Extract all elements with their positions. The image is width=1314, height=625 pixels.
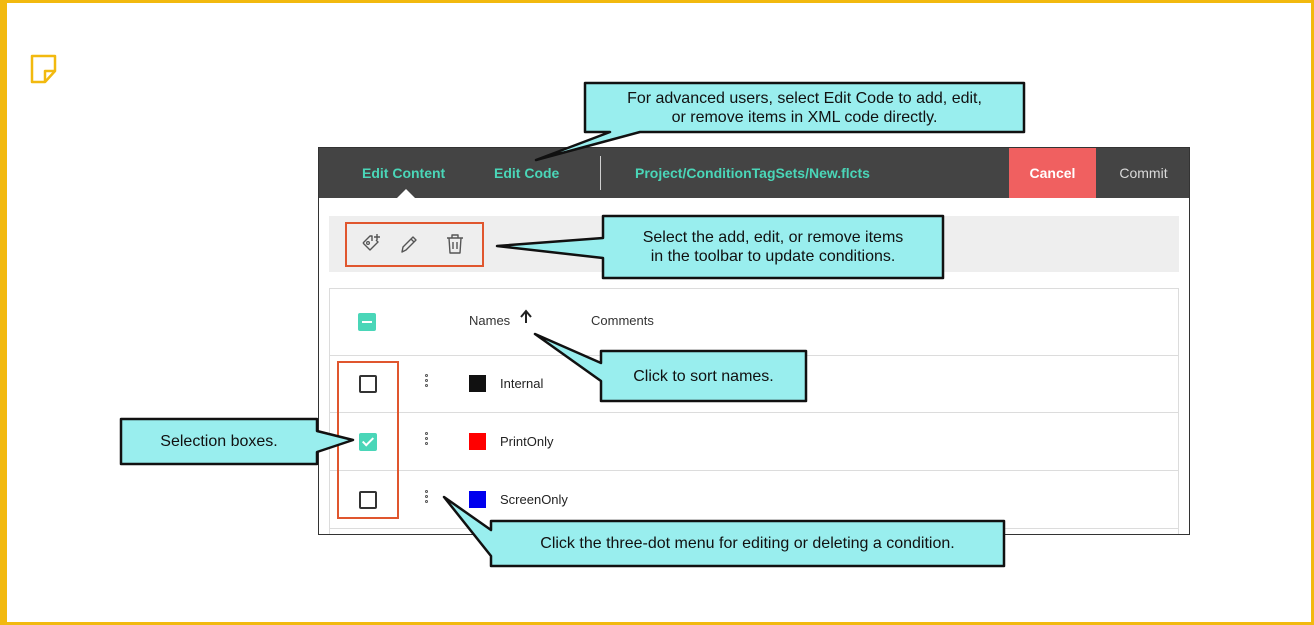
toolbar-callout: Select the add, edit, or remove items in… [642,229,904,265]
three-dot-callout: Click the three-dot menu for editing or … [540,535,955,552]
sort-callout: Click to sort names. [633,368,774,385]
three-dot-callout-bubble [442,495,1006,568]
edit-code-callout: For advanced users, select Edit Code to … [627,90,982,126]
selection-callout: Selection boxes. [160,433,278,450]
